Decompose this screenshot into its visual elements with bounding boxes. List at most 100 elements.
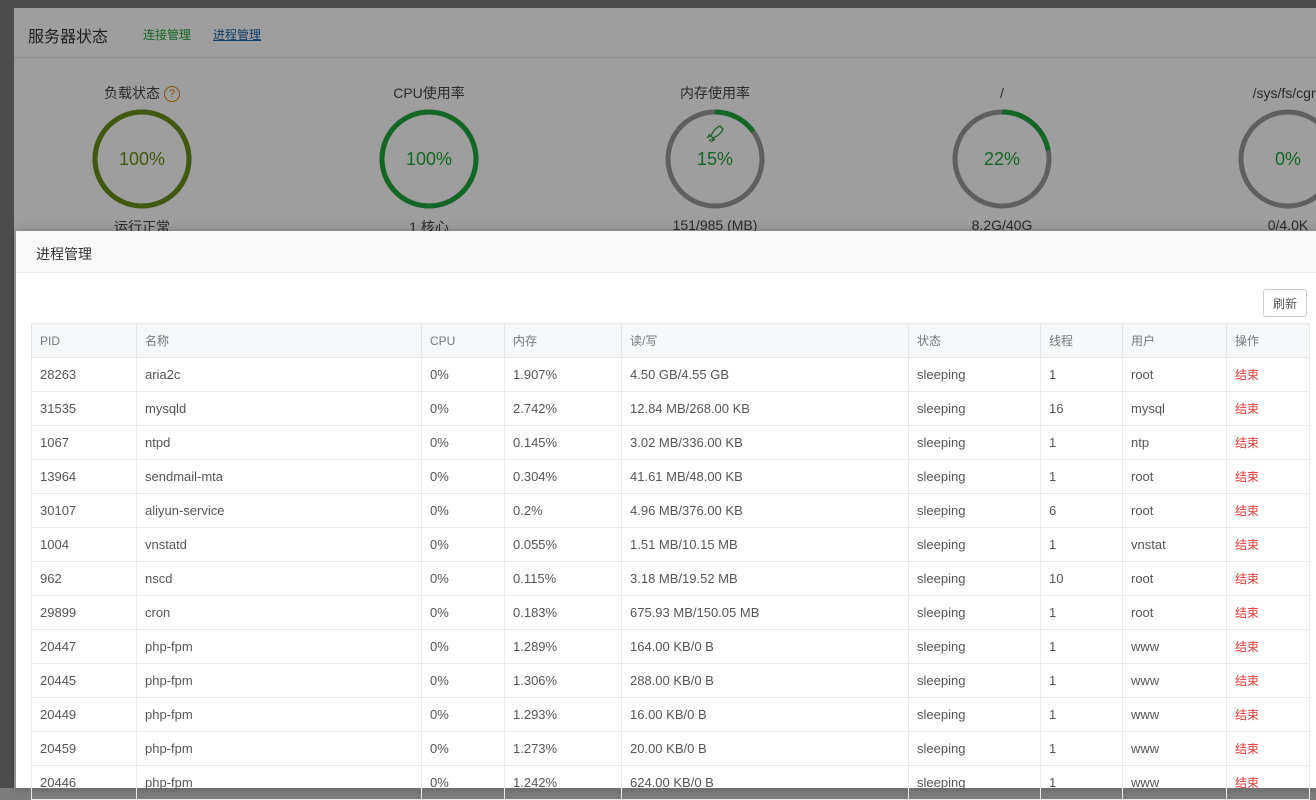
cell-action: 结束 (1226, 595, 1310, 630)
refresh-button[interactable]: 刷新 (1263, 289, 1307, 317)
cell-threads: 1 (1040, 459, 1123, 494)
cell-memory: 2.742% (504, 391, 622, 426)
cell-threads: 10 (1040, 561, 1123, 596)
column-header-cpu[interactable]: CPU (421, 323, 505, 358)
cell-name: sendmail-mta (136, 459, 422, 494)
cell-action: 结束 (1226, 357, 1310, 392)
cell-threads: 1 (1040, 765, 1123, 800)
cell-name: cron (136, 595, 422, 630)
cell-io: 624.00 KB/0 B (621, 765, 909, 800)
table-row: 20447 php-fpm 0% 1.289% 164.00 KB/0 Bsleepin… (31, 629, 1310, 664)
cell-user: mysql (1122, 391, 1227, 426)
cell-threads: 6 (1040, 493, 1123, 528)
cell-memory: 0.115% (504, 561, 622, 596)
cell-pid: 20447 (31, 629, 137, 664)
cell-action: 结束 (1226, 697, 1310, 732)
modal-header: 进程管理 (16, 231, 1316, 273)
column-header-action[interactable]: 操作 (1226, 323, 1310, 358)
table-row: 29899 cron 0% 0.183% 675.93 MB/150.05 MB slee… (31, 595, 1310, 630)
cell-cpu: 0% (421, 561, 505, 596)
end-process-link[interactable]: 结束 (1235, 640, 1259, 654)
cell-status: sleeping (908, 561, 1041, 596)
end-process-link[interactable]: 结束 (1235, 504, 1259, 518)
column-header-name[interactable]: 名称 (136, 323, 422, 358)
column-header-status[interactable]: 状态 (908, 323, 1041, 358)
table-row: 20459 php-fpm 0% 1.273% 20.00 KB/0 Bsleeping… (31, 731, 1310, 766)
cell-user: vnstat (1122, 527, 1227, 562)
cell-threads: 1 (1040, 629, 1123, 664)
cell-io: 164.00 KB/0 B (621, 629, 909, 664)
cell-cpu: 0% (421, 459, 505, 494)
process-table: PID 名称 CPU 内存 读/写 状态 线程 用户 操作 28263 aria2c 0% 1.907… (31, 323, 1310, 800)
table-row: 20445 php-fpm 0% 1.306% 288.00 KB/0 Bsleepin… (31, 663, 1310, 698)
table-body: 28263 aria2c 0% 1.907% 4.50 GB/4.55 GB sleepi… (31, 357, 1310, 800)
end-process-link[interactable]: 结束 (1235, 606, 1259, 620)
cell-memory: 0.183% (504, 595, 622, 630)
cell-threads: 16 (1040, 391, 1123, 426)
cell-memory: 0.2% (504, 493, 622, 528)
cell-status: sleeping (908, 663, 1041, 698)
cell-status: sleeping (908, 697, 1041, 732)
cell-threads: 1 (1040, 425, 1123, 460)
cell-threads: 1 (1040, 663, 1123, 698)
cell-user: www (1122, 629, 1227, 664)
cell-action: 结束 (1226, 527, 1310, 562)
cell-threads: 1 (1040, 527, 1123, 562)
cell-memory: 0.304% (504, 459, 622, 494)
cell-action: 结束 (1226, 459, 1310, 494)
end-process-link[interactable]: 结束 (1235, 402, 1259, 416)
cell-cpu: 0% (421, 357, 505, 392)
cell-status: sleeping (908, 527, 1041, 562)
cell-io: 4.50 GB/4.55 GB (621, 357, 909, 392)
end-process-link[interactable]: 结束 (1235, 674, 1259, 688)
cell-io: 12.84 MB/268.00 KB (621, 391, 909, 426)
cell-pid: 20446 (31, 765, 137, 800)
cell-threads: 1 (1040, 697, 1123, 732)
cell-cpu: 0% (421, 663, 505, 698)
modal-title: 进程管理 (36, 246, 92, 262)
cell-action: 结束 (1226, 663, 1310, 698)
end-process-link[interactable]: 结束 (1235, 742, 1259, 756)
cell-user: www (1122, 765, 1227, 800)
end-process-link[interactable]: 结束 (1235, 708, 1259, 722)
table-row: 31535 mysqld 0% 2.742% 12.84 MB/268.00 KB sle… (31, 391, 1310, 426)
table-row: 28263 aria2c 0% 1.907% 4.50 GB/4.55 GB sleepi… (31, 357, 1310, 392)
column-header-pid[interactable]: PID (31, 323, 137, 358)
cell-name: mysqld (136, 391, 422, 426)
end-process-link[interactable]: 结束 (1235, 538, 1259, 552)
cell-pid: 30107 (31, 493, 137, 528)
end-process-link[interactable]: 结束 (1235, 470, 1259, 484)
end-process-link[interactable]: 结束 (1235, 572, 1259, 586)
cell-memory: 0.145% (504, 425, 622, 460)
cell-io: 288.00 KB/0 B (621, 663, 909, 698)
cell-status: sleeping (908, 459, 1041, 494)
column-header-io[interactable]: 读/写 (621, 323, 909, 358)
column-header-memory[interactable]: 内存 (504, 323, 622, 358)
cell-action: 结束 (1226, 425, 1310, 460)
cell-io: 3.02 MB/336.00 KB (621, 425, 909, 460)
table-row: 20446 php-fpm 0% 1.242% 624.00 KB/0 Bsleepin… (31, 765, 1310, 800)
end-process-link[interactable]: 结束 (1235, 368, 1259, 382)
cell-action: 结束 (1226, 731, 1310, 766)
cell-user: root (1122, 357, 1227, 392)
cell-name: aria2c (136, 357, 422, 392)
cell-user: www (1122, 663, 1227, 698)
column-header-user[interactable]: 用户 (1122, 323, 1227, 358)
cell-io: 1.51 MB/10.15 MB (621, 527, 909, 562)
cell-io: 20.00 KB/0 B (621, 731, 909, 766)
cell-name: php-fpm (136, 663, 422, 698)
cell-name: nscd (136, 561, 422, 596)
cell-cpu: 0% (421, 595, 505, 630)
cell-memory: 0.055% (504, 527, 622, 562)
cell-pid: 13964 (31, 459, 137, 494)
cell-user: root (1122, 595, 1227, 630)
cell-cpu: 0% (421, 731, 505, 766)
column-header-threads[interactable]: 线程 (1040, 323, 1123, 358)
cell-user: ntp (1122, 425, 1227, 460)
cell-cpu: 0% (421, 629, 505, 664)
cell-io: 41.61 MB/48.00 KB (621, 459, 909, 494)
cell-memory: 1.293% (504, 697, 622, 732)
end-process-link[interactable]: 结束 (1235, 436, 1259, 450)
cell-pid: 962 (31, 561, 137, 596)
cell-pid: 20459 (31, 731, 137, 766)
